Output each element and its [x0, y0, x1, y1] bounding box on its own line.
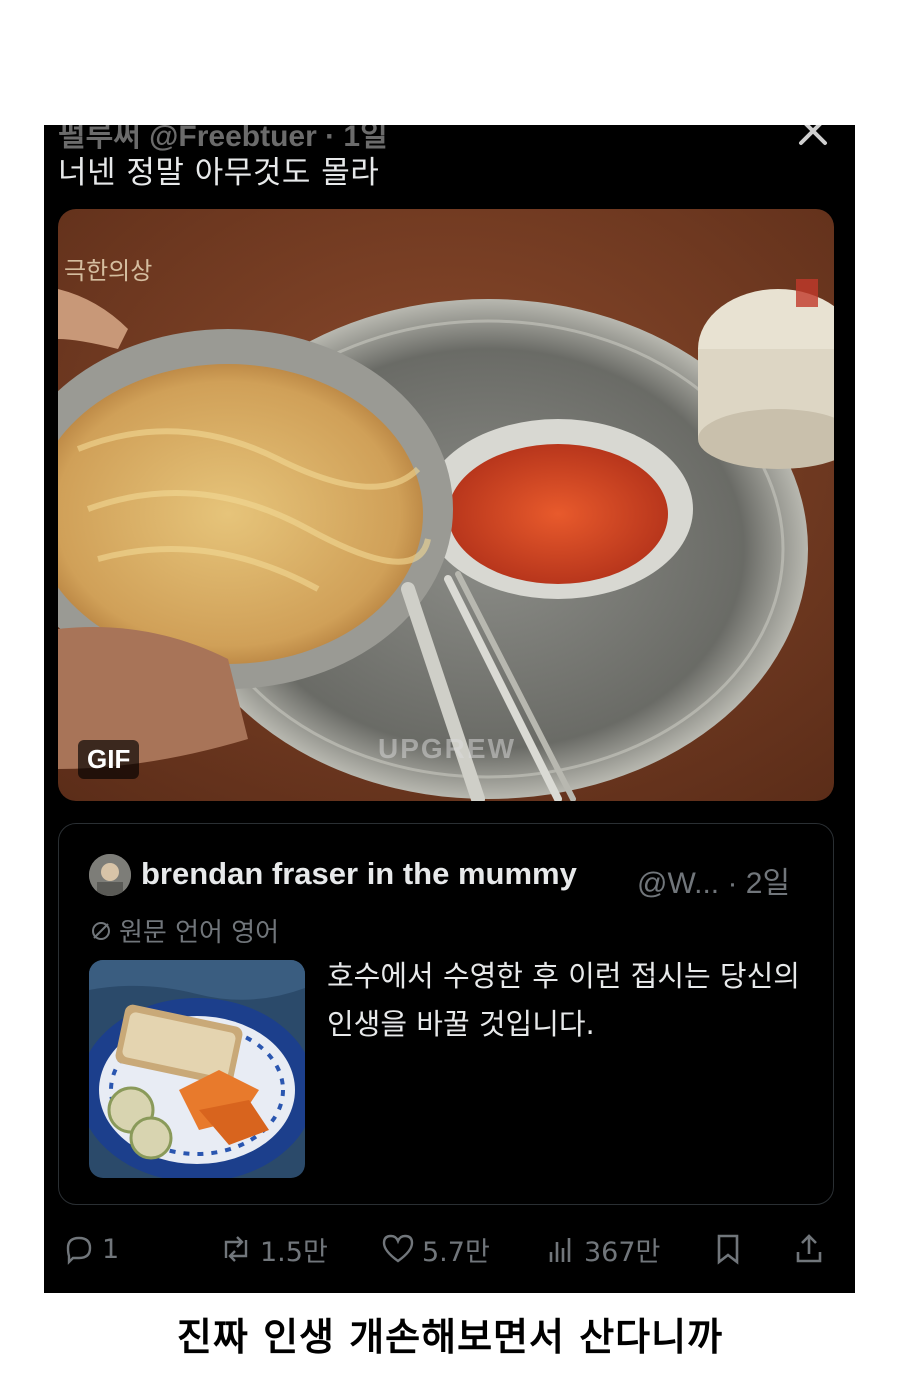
close-icon[interactable] [795, 125, 831, 149]
quoted-tweet[interactable]: brendan fraser in the mummy @W... · 2일 원… [58, 823, 834, 1205]
retweet-icon [224, 1236, 248, 1262]
avatar[interactable] [89, 854, 131, 896]
translate-icon [92, 921, 110, 940]
reply-icon [66, 1236, 92, 1265]
quote-author-name[interactable]: brendan fraser in the mummy [141, 856, 577, 892]
views-chart-icon [549, 1238, 571, 1262]
retweet-button[interactable]: 1.5만 [218, 1229, 328, 1269]
tweet-card: 펄루써 @Freebtuer · 1일 너넨 정말 아무것도 몰라 극한의상 G… [44, 125, 855, 1293]
watermark: UPGREW [378, 733, 516, 764]
bookmark-button[interactable] [712, 1229, 744, 1269]
gif-badge: GIF [78, 740, 140, 779]
view-count: 367만 [584, 1236, 661, 1268]
heart-icon [382, 1234, 414, 1263]
translation-label: 원문 언어 영어 [119, 918, 280, 948]
meme-caption: 진짜 인생 개손해보면서 산다니까 [176, 1315, 724, 1359]
reply-count: 1 [102, 1233, 120, 1265]
action-bar: 1 1.5만 5.7만 367만 [58, 1229, 838, 1269]
like-button[interactable]: 5.7만 [380, 1229, 490, 1269]
tweet-text: 너넨 정말 아무것도 몰라 [58, 155, 380, 191]
tweet-media-gif[interactable]: 극한의상 GIF UPGREW [58, 209, 834, 801]
food-image: 극한의상 [58, 209, 834, 801]
bookmark-icon [717, 1234, 739, 1265]
reply-button[interactable]: 1 [62, 1229, 119, 1269]
views-button[interactable]: 367만 [544, 1229, 660, 1269]
quote-handle-time: @W... · 2일 [637, 867, 791, 900]
tweet-header-clipped: 펄루써 @Freebtuer · 1일 [58, 125, 388, 153]
like-count: 5.7만 [422, 1236, 490, 1268]
share-button[interactable] [792, 1229, 826, 1269]
quote-thumbnail[interactable] [89, 960, 305, 1178]
quote-text: 호수에서 수영한 후 이런 접시는 당신의 인생을 바꿀 것입니다. [327, 959, 800, 1041]
share-icon [796, 1234, 822, 1263]
translation-note: 원문 언어 영어 [89, 912, 279, 949]
retweet-count: 1.5만 [260, 1236, 328, 1268]
broadcast-logo: 극한의상 [64, 257, 152, 285]
